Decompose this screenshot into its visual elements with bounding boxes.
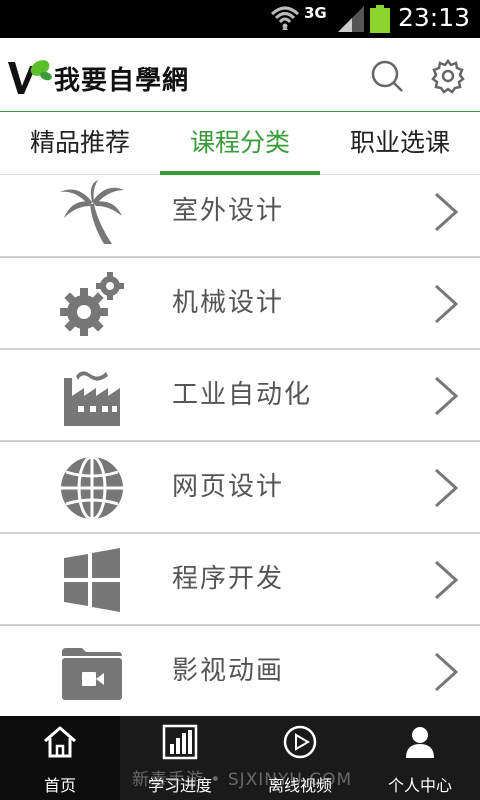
status-bar: 3G 23:13 (0, 0, 480, 38)
palm-tree-icon (60, 180, 124, 244)
wifi-icon (270, 6, 300, 30)
user-icon (406, 727, 434, 758)
list-item-outdoor-design[interactable]: 室外设计 (0, 176, 480, 258)
nav-label: 首页 (43, 776, 76, 795)
chevron-right-icon (434, 468, 459, 508)
search-icon[interactable] (369, 58, 405, 94)
category-label: 室外设计 (172, 196, 285, 226)
home-icon (44, 726, 76, 758)
nav-personal-center[interactable]: 个人中心 (360, 716, 480, 800)
category-tabs: 精品推荐 课程分类 职业选课 (0, 113, 480, 175)
app-logo[interactable]: 我要自學網 (6, 56, 212, 98)
windows-icon (64, 548, 120, 612)
chevron-right-icon (434, 192, 459, 232)
chevron-right-icon (434, 376, 459, 416)
signal-icon (338, 6, 364, 32)
category-list: 室外设计 机械设计 工业自动化 网页设计 程序开发 影视动画 (0, 176, 480, 716)
category-label: 工业自动化 (172, 380, 313, 410)
tab-course-categories[interactable]: 课程分类 (160, 113, 320, 175)
category-label: 程序开发 (172, 564, 285, 594)
app-name: 我要自學網 (54, 66, 190, 96)
tab-featured[interactable]: 精品推荐 (0, 113, 160, 175)
gears-icon (60, 272, 124, 336)
factory-icon (64, 371, 120, 426)
category-label: 网页设计 (172, 472, 285, 502)
tab-career-courses[interactable]: 职业选课 (320, 113, 480, 175)
clock: 23:13 (398, 3, 471, 32)
globe-icon (61, 455, 123, 521)
list-item-film-animation[interactable]: 影视动画 (0, 626, 480, 716)
nav-label: 个人中心 (387, 776, 452, 795)
list-item-industrial-automation[interactable]: 工业自动化 (0, 350, 480, 442)
list-item-mechanical-design[interactable]: 机械设计 (0, 258, 480, 350)
video-folder-icon (62, 648, 122, 700)
nav-home[interactable]: 首页 (0, 716, 120, 800)
network-type: 3G (304, 4, 327, 22)
play-circle-icon (283, 725, 317, 759)
list-item-web-design[interactable]: 网页设计 (0, 442, 480, 534)
chevron-right-icon (434, 284, 459, 324)
bar-chart-icon (162, 724, 198, 760)
list-item-program-development[interactable]: 程序开发 (0, 534, 480, 626)
chevron-right-icon (434, 560, 459, 600)
chevron-right-icon (434, 652, 459, 692)
battery-icon (370, 5, 390, 33)
v-leaf-logo-icon (8, 60, 52, 94)
gear-icon[interactable] (430, 58, 466, 94)
watermark: 新毒手游 • SJXINYU.COM (132, 770, 353, 790)
app-screen: 3G 23:13 我要自學網 精品推荐 课程分类 职业选课 室外设计 机械设计 … (0, 0, 480, 800)
category-label: 影视动画 (172, 656, 285, 686)
category-label: 机械设计 (172, 288, 285, 318)
app-header: 我要自學網 (0, 38, 480, 112)
